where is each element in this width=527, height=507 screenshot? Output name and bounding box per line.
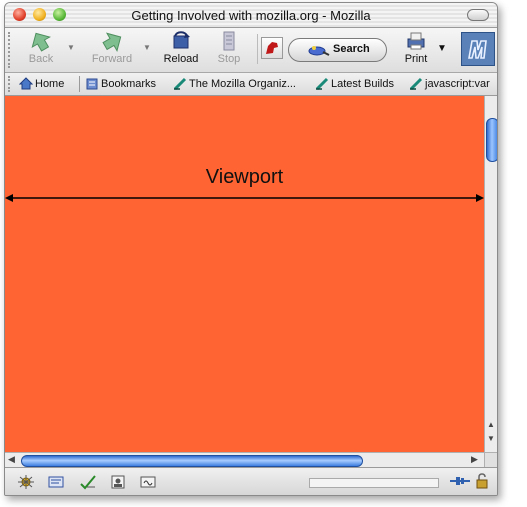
bookmark-mozilla-organization[interactable]: The Mozilla Organiz... <box>173 77 296 91</box>
print-label: Print <box>404 53 428 65</box>
forward-button[interactable]: Forward <box>85 30 139 65</box>
scrollbar-corner <box>484 452 497 467</box>
mozilla-dinosaur-icon <box>266 42 278 54</box>
title-bar[interactable]: Getting Involved with mozilla.org - Mozi… <box>5 3 497 28</box>
mail-icon[interactable] <box>47 474 65 490</box>
bookmark-javascript-label: javascript:var <box>425 78 490 90</box>
browser-window: Getting Involved with mozilla.org - Mozi… <box>4 2 498 496</box>
viewport-content[interactable]: Viewport <box>5 96 484 452</box>
scroll-up-arrow-icon[interactable]: ▲ <box>487 420 495 429</box>
toolbar-separator <box>257 34 258 64</box>
navigator-icon[interactable] <box>17 474 35 490</box>
back-dropdown-icon[interactable]: ▼ <box>67 43 75 52</box>
printer-icon <box>407 32 425 50</box>
back-label: Back <box>28 53 54 65</box>
status-progress-field <box>309 478 439 488</box>
reload-label: Reload <box>163 53 199 65</box>
search-icon <box>308 46 330 56</box>
stop-label: Stop <box>217 53 241 65</box>
home-icon <box>18 77 34 90</box>
viewport-width-arrow <box>5 194 484 202</box>
bookmark-javascript[interactable]: javascript:var <box>409 77 490 91</box>
search-button[interactable]: Search <box>288 38 387 62</box>
scroll-left-arrow-icon[interactable]: ◀ <box>8 454 15 465</box>
stop-icon <box>223 31 235 51</box>
horizontal-scrollbar[interactable]: ◀ ▶ <box>5 452 484 467</box>
forward-label: Forward <box>91 53 133 65</box>
search-label: Search <box>333 43 370 55</box>
security-lock-icon[interactable] <box>475 473 489 489</box>
bookmarks-menu[interactable]: Bookmarks <box>85 77 156 90</box>
bookmark-home[interactable]: Home <box>18 77 65 90</box>
personal-toolbar-grip[interactable] <box>8 76 14 92</box>
address-book-icon[interactable] <box>109 474 127 490</box>
reload-icon <box>173 31 190 49</box>
bookmarks-label: Bookmarks <box>101 78 157 90</box>
reload-button[interactable]: Reload <box>159 30 203 65</box>
bookmark-home-label: Home <box>35 78 65 90</box>
print-button[interactable]: Print <box>397 30 435 65</box>
navigation-toolbar: Back ▼ Forward ▼ Reload Stop Search Prin… <box>5 28 497 73</box>
mozilla-throbber-button[interactable] <box>261 37 283 59</box>
viewport-label: Viewport <box>205 166 284 188</box>
scroll-right-arrow-icon[interactable]: ▶ <box>471 454 478 465</box>
personal-toolbar: Home Bookmarks The Mozilla Organiz... La… <box>5 73 497 96</box>
scroll-down-arrow-icon[interactable]: ▼ <box>487 434 495 443</box>
bookmark-link-icon <box>315 77 329 91</box>
print-dropdown-icon[interactable]: ▼ <box>437 43 447 54</box>
vertical-scrollbar[interactable]: ▲ ▼ <box>484 96 497 452</box>
toolbar-toggle-button[interactable] <box>467 9 489 21</box>
irc-chat-icon[interactable] <box>139 474 157 490</box>
composer-icon[interactable] <box>79 474 97 490</box>
bookmarks-icon <box>86 78 98 90</box>
status-bar <box>5 467 497 495</box>
forward-dropdown-icon[interactable]: ▼ <box>143 43 151 52</box>
back-button[interactable]: Back <box>19 30 63 65</box>
forward-arrow-icon <box>102 32 122 52</box>
bookmark-mozilla-organization-label: The Mozilla Organiz... <box>189 78 296 90</box>
personal-toolbar-separator <box>79 76 80 92</box>
back-arrow-icon <box>31 32 51 52</box>
mozilla-logo[interactable] <box>461 32 495 66</box>
stop-button[interactable]: Stop <box>209 30 249 65</box>
vertical-scroll-thumb[interactable] <box>486 118 497 162</box>
bookmark-latest-builds-label: Latest Builds <box>331 78 394 90</box>
bookmark-link-icon <box>173 77 187 91</box>
bookmark-link-icon <box>409 77 423 91</box>
mozilla-m-logo-icon <box>468 40 487 59</box>
toolbar-grip[interactable] <box>8 32 14 68</box>
horizontal-scroll-thumb[interactable] <box>21 455 363 467</box>
window-title: Getting Involved with mozilla.org - Mozi… <box>131 8 371 23</box>
bookmark-latest-builds[interactable]: Latest Builds <box>315 77 394 91</box>
online-plug-icon[interactable] <box>449 475 471 487</box>
